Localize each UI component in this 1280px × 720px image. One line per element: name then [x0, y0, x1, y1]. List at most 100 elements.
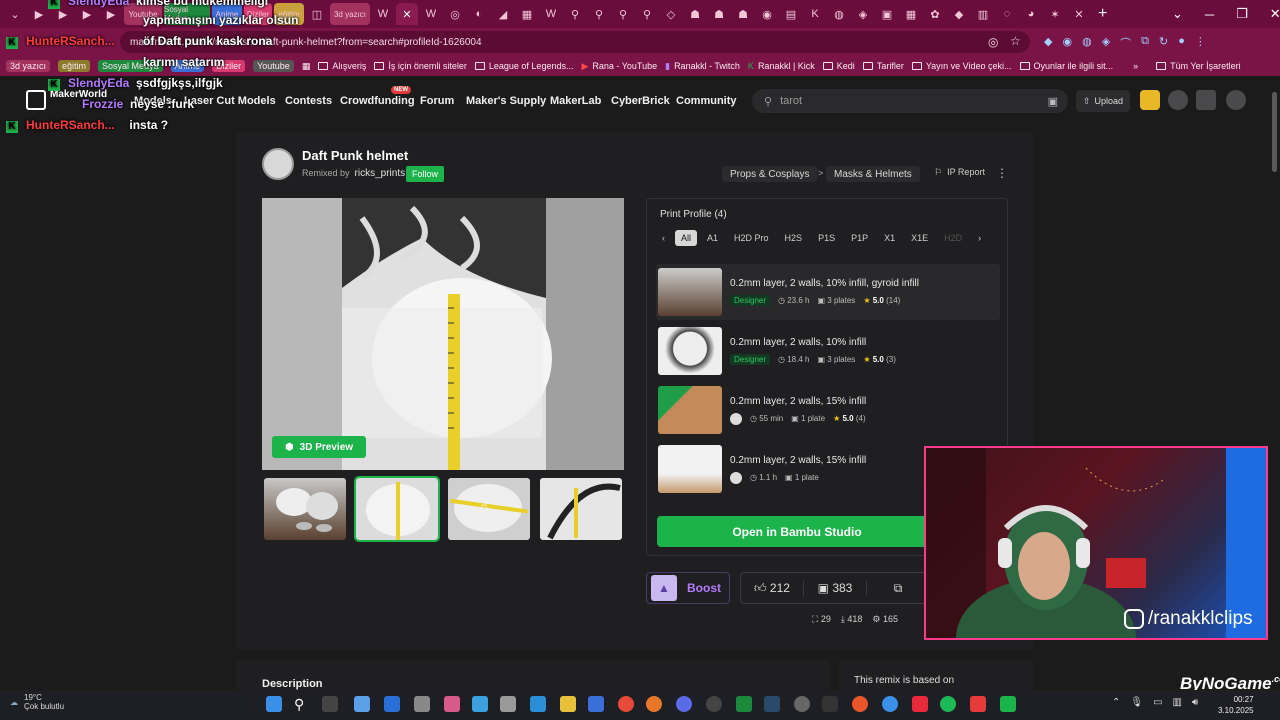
- bookmark-group-youtube[interactable]: Youtube: [253, 60, 294, 72]
- steam-icon[interactable]: [764, 696, 780, 712]
- nav-makerlab[interactable]: MakerLab: [550, 95, 601, 107]
- language-icon[interactable]: ▭: [1153, 697, 1162, 708]
- uploader-avatar[interactable]: [730, 412, 742, 425]
- taskbar-search-icon[interactable]: ⚲: [294, 696, 310, 712]
- bookmark-kedi[interactable]: Kedi: [822, 61, 855, 71]
- boost-button[interactable]: ▲ Boost: [646, 572, 730, 604]
- extensions-puzzle-icon[interactable]: ⧉: [1141, 35, 1149, 51]
- tab-list-icon[interactable]: ⌄: [4, 3, 26, 25]
- spotify-icon[interactable]: [940, 696, 956, 712]
- mic-icon[interactable]: 🎙︎: [1130, 697, 1143, 708]
- chip-p1p[interactable]: P1P: [845, 230, 874, 246]
- like-button[interactable]: 👍︎ 212: [741, 580, 804, 596]
- taskbar-settings-icon[interactable]: [500, 696, 516, 712]
- chip-h2d-pro[interactable]: H2D Pro: [728, 230, 775, 246]
- globe-icon[interactable]: [1168, 90, 1188, 110]
- makerworld-tab-icon-3[interactable]: W: [540, 3, 562, 25]
- scrollbar-thumb[interactable]: [1272, 92, 1277, 172]
- tab-icon-13[interactable]: ☗: [732, 3, 754, 25]
- tab-icon-9[interactable]: ⚲: [636, 3, 658, 25]
- xbox-icon[interactable]: [736, 696, 752, 712]
- github-tab-icon[interactable]: ◍: [828, 3, 850, 25]
- hide-eye-icon[interactable]: ◎: [988, 35, 998, 49]
- close-window-icon[interactable]: ✕: [1270, 6, 1280, 22]
- chip-h2s[interactable]: H2S: [779, 230, 809, 246]
- profile-menu-icon[interactable]: ⌄: [1172, 6, 1183, 22]
- makerworld-tab-icon[interactable]: W: [372, 3, 394, 25]
- bookmark-group-egitim[interactable]: eğitim: [58, 60, 91, 72]
- profile-row[interactable]: 0.2mm layer, 2 walls, 10% infill Designe…: [656, 323, 1000, 379]
- breadcrumb-props-cosplays[interactable]: Props & Cosplays: [722, 166, 818, 182]
- thumbnail-4[interactable]: [540, 478, 622, 540]
- nav-laser-cut-models[interactable]: Laser Cut Models: [184, 95, 276, 107]
- profile-row[interactable]: 0.2mm layer, 2 walls, 10% infill, gyroid…: [656, 264, 1000, 320]
- tab-icon-8[interactable]: ⚲: [612, 3, 634, 25]
- active-tab-close-icon[interactable]: ✕: [396, 3, 418, 25]
- tray-expand-icon[interactable]: ⌃: [1112, 697, 1120, 708]
- tab-icon-12[interactable]: ☗: [708, 3, 730, 25]
- user-avatar[interactable]: [1226, 90, 1246, 110]
- extension-icon-3[interactable]: ◍: [1082, 35, 1092, 51]
- chip-h2d[interactable]: H2D: [938, 230, 968, 246]
- uploader-avatar[interactable]: [730, 471, 742, 484]
- taskbar-app-icon-13[interactable]: [970, 696, 986, 712]
- bookmark-is-siteleri[interactable]: İş için önemli siteler: [374, 61, 467, 71]
- bookmark-ranakkl-twitch[interactable]: ▮ Ranakkl - Twitch: [665, 61, 740, 72]
- profile-row[interactable]: 0.2mm layer, 2 walls, 15% infill ◷ 55 mi…: [656, 382, 1000, 438]
- collect-button[interactable]: ▣ 383: [804, 581, 867, 595]
- tab-icon-14[interactable]: ◉: [756, 3, 778, 25]
- follow-button[interactable]: Follow: [406, 166, 444, 182]
- network-icon[interactable]: ▥: [1173, 697, 1182, 708]
- open-in-bambu-studio-button[interactable]: Open in Bambu Studio: [657, 516, 937, 547]
- apps-grid-icon[interactable]: ▦: [302, 61, 311, 72]
- bookmark-group-3d-yazici[interactable]: 3d yazıcı: [6, 60, 51, 72]
- chip-p1s[interactable]: P1S: [812, 230, 841, 246]
- epic-games-icon[interactable]: [822, 696, 838, 712]
- taskbar-app-icon-12[interactable]: [912, 696, 928, 712]
- author-avatar[interactable]: [262, 148, 294, 180]
- youtube-tab-icon[interactable]: ▶: [28, 3, 50, 25]
- bookmarks-overflow-icon[interactable]: »: [1133, 61, 1138, 71]
- tab-icon-25[interactable]: ✶: [1044, 3, 1066, 25]
- nav-cyberbrick[interactable]: CyberBrick: [611, 95, 670, 107]
- task-view-icon[interactable]: [322, 696, 338, 712]
- bookmark-yayin-video[interactable]: Yayın ve Video çeki...: [911, 61, 1012, 71]
- search-input[interactable]: ⚲ tarot ▣: [752, 89, 1068, 113]
- chip-x1e[interactable]: X1E: [905, 230, 934, 246]
- tab-icon-5[interactable]: ▦: [516, 3, 538, 25]
- tab-icon-15[interactable]: ▤: [780, 3, 802, 25]
- all-bookmarks[interactable]: Tüm Yer İşaretleri: [1156, 61, 1241, 71]
- ip-report-link[interactable]: ⚐ IP Report: [934, 167, 985, 178]
- tab-icon-20[interactable]: ✿: [924, 3, 946, 25]
- tab-icon-22[interactable]: ▥: [972, 3, 994, 25]
- taskbar-app-icon-9[interactable]: [794, 696, 810, 712]
- breadcrumb-masks-helmets[interactable]: Masks & Helmets: [826, 166, 920, 182]
- makerworld-logo-icon[interactable]: [26, 90, 46, 110]
- share-button[interactable]: ⧉: [867, 581, 929, 596]
- tab-icon-19[interactable]: ▦: [900, 3, 922, 25]
- bookmark-oyunlar[interactable]: Oyunlar ile ilgili sit...: [1019, 61, 1113, 71]
- tab-icon-7[interactable]: ⚲: [588, 3, 610, 25]
- tab-icon-2[interactable]: ◎: [444, 3, 466, 25]
- weather-widget[interactable]: ☁ 19°C Çok bulutlu: [10, 693, 64, 711]
- taskbar-app-icon-2[interactable]: [384, 696, 400, 712]
- reward-hex-icon[interactable]: [1140, 90, 1160, 110]
- firefox-icon[interactable]: [646, 696, 662, 712]
- image-search-icon[interactable]: ▣: [1048, 95, 1058, 108]
- extension-icon-2[interactable]: ◉: [1062, 35, 1072, 51]
- tab-icon-17[interactable]: ◈: [852, 3, 874, 25]
- logo-text[interactable]: MakerWorld: [50, 90, 107, 100]
- chip-x1[interactable]: X1: [878, 230, 901, 246]
- extension-icon-4[interactable]: ◈: [1102, 35, 1110, 51]
- minimize-icon[interactable]: ─: [1205, 7, 1214, 22]
- chips-prev-icon[interactable]: ‹: [656, 230, 671, 246]
- extension-icon-5[interactable]: ⌒: [1120, 35, 1131, 51]
- main-model-image[interactable]: [262, 198, 624, 470]
- volume-icon[interactable]: 🔊︎: [1192, 697, 1198, 708]
- nav-crowdfunding[interactable]: Crowdfunding: [340, 95, 415, 107]
- menu-dots-icon[interactable]: ⋮: [1195, 35, 1206, 51]
- tab-icon-4[interactable]: ◢: [492, 3, 514, 25]
- taskbar-app-icon-3[interactable]: [414, 696, 430, 712]
- tab-icon-6[interactable]: ⚲: [564, 3, 586, 25]
- more-options-icon[interactable]: ⋮: [996, 166, 1008, 180]
